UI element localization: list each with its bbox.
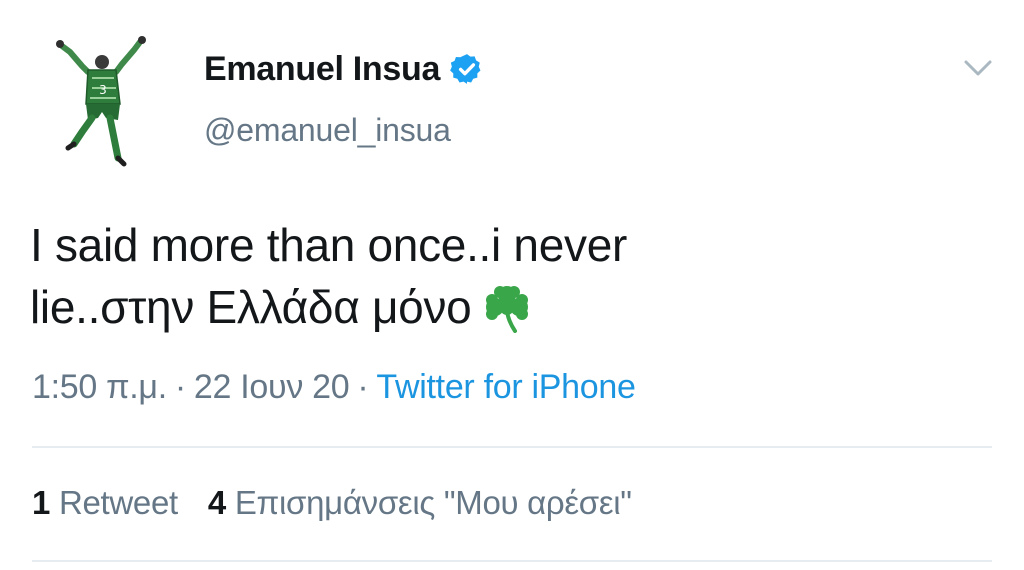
divider-top xyxy=(32,446,992,448)
tweet-date[interactable]: 22 Ιουν 20 xyxy=(194,368,350,406)
retweets-count: 1 xyxy=(32,484,51,521)
tweet-text-line-2-text: lie..στην Ελλάδα μόνο xyxy=(30,281,472,333)
shamrock-icon xyxy=(486,286,529,333)
tweet-meta: 1:50 π.μ. · 22 Ιουν 20 · Twitter for iPhone xyxy=(32,368,636,407)
chevron-down-icon[interactable] xyxy=(962,56,994,80)
tweet-stats: 1 Retweet 4 Επισημάνσεις "Μου αρέσει" xyxy=(32,484,632,522)
author-name-row[interactable]: Emanuel Insua xyxy=(204,46,484,92)
tweet-source-link[interactable]: Twitter for iPhone xyxy=(376,368,635,406)
svg-text:3: 3 xyxy=(99,83,107,97)
author-name[interactable]: Emanuel Insua xyxy=(204,50,440,89)
retweets-label: Retweet xyxy=(58,484,178,521)
avatar[interactable]: 3 xyxy=(48,32,156,172)
retweets-stat[interactable]: 1 Retweet xyxy=(32,484,178,521)
tweet-time[interactable]: 1:50 π.μ. xyxy=(32,368,167,406)
likes-stat[interactable]: 4 Επισημάνσεις "Μου αρέσει" xyxy=(208,484,632,521)
tweet-text-line-2: lie..στην Ελλάδα μόνο xyxy=(30,276,1000,338)
meta-separator-1: · xyxy=(174,368,186,406)
verified-badge-icon xyxy=(450,54,481,84)
tweet-text-line-1: I said more than once..i never xyxy=(30,219,627,271)
meta-separator-2: · xyxy=(357,368,369,406)
likes-count: 4 xyxy=(207,484,226,521)
tweet-text: I said more than once..i never lie..στην… xyxy=(30,214,1000,338)
tweet-card: 3 Emanuel Insua @emanuel_insua I said mo… xyxy=(0,0,1024,570)
author-handle[interactable]: @emanuel_insua xyxy=(204,112,451,149)
divider-bottom xyxy=(32,560,992,562)
likes-label: Επισημάνσεις "Μου αρέσει" xyxy=(234,484,632,521)
